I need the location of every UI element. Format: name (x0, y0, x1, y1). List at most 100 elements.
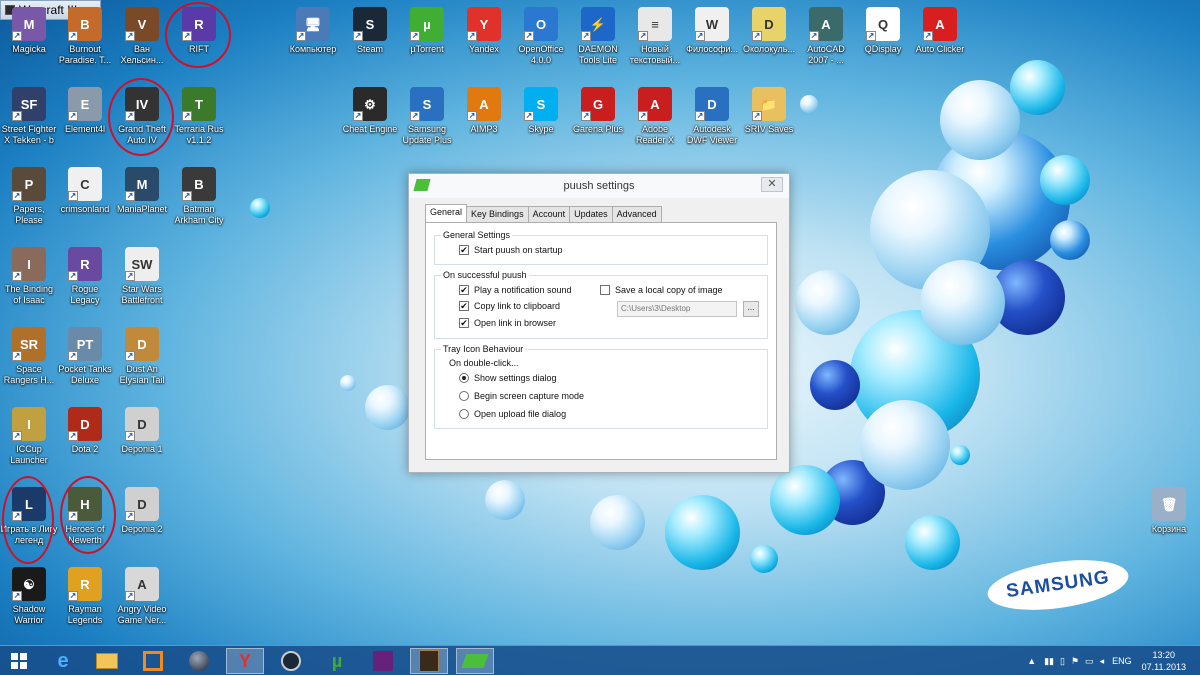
play-sound-checkbox[interactable]: ✔ (459, 285, 469, 295)
tray-option-upload[interactable]: Open upload file dialog (459, 409, 566, 419)
desktop-icon-yandex[interactable]: Y ↗ Yandex (455, 7, 513, 55)
desktop-icon-element4l[interactable]: E ↗ Element4l (56, 87, 114, 135)
desktop-icon-avgn[interactable]: A ↗ Angry Video Game Ner... (113, 567, 171, 626)
desktop-icon-swbf[interactable]: SW ↗ Star Wars Battlefront (113, 247, 171, 306)
copy-link-checkbox[interactable]: ✔ (459, 301, 469, 311)
desktop-icon-van-helsing[interactable]: V ↗ Ван Хельсин... (113, 7, 171, 66)
desktop-icon-garena[interactable]: G ↗ Garena Plus (569, 87, 627, 135)
desktop-icon-pocket-tanks[interactable]: PT ↗ Pocket Tanks Deluxe (56, 327, 114, 386)
desktop-icon-qdisplay[interactable]: Q ↗ QDisplay (854, 7, 912, 55)
desktop-icon-okolokul[interactable]: D ↗ Околокуль... (740, 7, 798, 55)
taskbar-steam[interactable] (272, 648, 310, 674)
desktop-icon-space-rangers[interactable]: SR ↗ Space Rangers H... (0, 327, 58, 386)
shortcut-arrow-icon: ↗ (467, 111, 477, 121)
clock[interactable]: 13:20 07.11.2013 (1142, 649, 1186, 673)
taskbar-utorrent[interactable]: µ (318, 648, 356, 674)
desktop-icon-daemon[interactable]: ⚡ ↗ DAEMON Tools Lite (569, 7, 627, 66)
signal-icon[interactable]: ▮▮ (1044, 656, 1054, 667)
desktop-icon-new-text[interactable]: ≡ ↗ Новый текстовый... (626, 7, 684, 66)
desktop-icon-sriv[interactable]: 📁 ↗ SRIV Saves (740, 87, 798, 135)
flag-icon[interactable]: ⚑ (1071, 656, 1079, 667)
battery-icon[interactable]: ▭ (1085, 656, 1094, 667)
desktop-icon-autoclicker[interactable]: A ↗ Auto Clicker (911, 7, 969, 55)
tray-option-show-settings[interactable]: Show settings dialog (459, 373, 557, 383)
start-on-startup-row[interactable]: ✔ Start puush on startup (459, 245, 563, 255)
taskbar-warcraft[interactable] (410, 648, 448, 674)
isaac-icon: I ↗ (12, 247, 46, 281)
save-local-checkbox[interactable] (600, 285, 610, 295)
desktop-icon-dwf[interactable]: D ↗ Autodesk DWF Viewer (683, 87, 741, 146)
sf-tekken-icon: SF ↗ (12, 87, 46, 121)
capture-mode-radio[interactable] (459, 391, 469, 401)
taskbar-yandex[interactable]: Y (226, 648, 264, 674)
open-link-row[interactable]: ✔ Open link in browser (459, 318, 556, 328)
desktop-icon-dota2[interactable]: D ↗ Dota 2 (56, 407, 114, 455)
desktop-icon-rogue[interactable]: R ↗ Rogue Legacy (56, 247, 114, 306)
deponia2-label: Deponia 2 (121, 524, 163, 534)
desktop-icon-utorrent[interactable]: µ ↗ µTorrent (398, 7, 456, 55)
desktop-icon-papers[interactable]: P ↗ Papers, Please (0, 167, 58, 226)
save-path-field[interactable]: C:\Users\3\Desktop (617, 301, 737, 317)
taskbar-explorer[interactable] (88, 648, 126, 674)
desktop-icon-cheat-engine[interactable]: ⚙ ↗ Cheat Engine (341, 87, 399, 135)
skype-glyph: S (536, 96, 546, 112)
desktop-icon-deponia2[interactable]: D ↗ Deponia 2 (113, 487, 171, 535)
rayman-label: Rayman Legends (67, 604, 103, 625)
desktop-icon-maniaplanet[interactable]: M ↗ ManiaPlanet (113, 167, 171, 215)
volume-icon[interactable]: ◂ (1100, 656, 1105, 667)
network-icon[interactable]: ▯ (1060, 656, 1065, 667)
desktop-icon-isaac[interactable]: I ↗ The Binding of Isaac (0, 247, 58, 306)
desktop-icon-aimp[interactable]: A ↗ AIMP3 (455, 87, 513, 135)
desktop-icon-terraria[interactable]: T ↗ Terraria Rus v1.1.2 (170, 87, 228, 146)
desktop-icon-openoffice[interactable]: O ↗ OpenOffice 4.0.0 (512, 7, 570, 66)
copy-link-row[interactable]: ✔ Copy link to clipboard (459, 301, 560, 311)
tab-key-bindings[interactable]: Key Bindings (466, 206, 529, 222)
start-button[interactable] (0, 648, 38, 674)
taskbar-app-orange[interactable] (134, 648, 172, 674)
desktop-icon-samsung-up[interactable]: S ↗ Samsung Update Plus (398, 87, 456, 146)
desktop-icon-skype[interactable]: S ↗ Skype (512, 87, 570, 135)
magicka-label: Magicka (12, 44, 46, 54)
show-settings-radio[interactable] (459, 373, 469, 383)
browse-button[interactable]: ... (743, 301, 759, 317)
desktop-icon-magicka[interactable]: M ↗ Magicka (0, 7, 58, 55)
sf-tekken-glyph: SF (20, 96, 38, 112)
desktop-icon-recycle-bin[interactable]: 🗑 Корзина (1140, 487, 1198, 535)
puush-arrow-icon (461, 654, 489, 668)
taskbar-visual-studio[interactable] (364, 648, 402, 674)
desktop-icon-steam[interactable]: S ↗ Steam (341, 7, 399, 55)
save-local-row[interactable]: Save a local copy of image (600, 285, 723, 295)
desktop-icon-dust[interactable]: D ↗ Dust An Elysian Tail (113, 327, 171, 386)
upload-dialog-radio[interactable] (459, 409, 469, 419)
language-indicator[interactable]: ENG (1112, 656, 1132, 666)
desktop-icon-autocad[interactable]: A ↗ AutoCAD 2007 - ... (797, 7, 855, 66)
desktop-icon-batman[interactable]: B ↗ Batman Arkham City (170, 167, 228, 226)
taskbar-puush[interactable] (456, 648, 494, 674)
tray-chevron-icon[interactable]: ▲ (1027, 656, 1036, 666)
desktop-icon-computer[interactable]: 🖥 ↗ Компьютер (284, 7, 342, 55)
tab-account[interactable]: Account (527, 206, 571, 222)
play-sound-row[interactable]: ✔ Play a notification sound (459, 285, 572, 295)
desktop-icon-sf-tekken[interactable]: SF ↗ Street Fighter X Tekken - b (0, 87, 58, 146)
show-settings-label: Show settings dialog (474, 373, 557, 383)
desktop-icon-philosophy[interactable]: W ↗ Философи... (683, 7, 741, 55)
taskbar-ie[interactable]: e (44, 648, 82, 674)
desktop-icon-rayman[interactable]: R ↗ Rayman Legends (56, 567, 114, 626)
desktop-icon-burnout[interactable]: B ↗ Burnout Paradise. T... (56, 7, 114, 66)
start-on-startup-checkbox[interactable]: ✔ (459, 245, 469, 255)
desktop-icon-crimsonland[interactable]: C ↗ crimsonland (56, 167, 114, 215)
tab-advanced[interactable]: Advanced (611, 206, 662, 222)
taskbar-globe[interactable] (180, 648, 218, 674)
computer-icon: 🖥 ↗ (296, 7, 330, 41)
desktop-icon-iccup[interactable]: I ↗ ICCup Launcher (0, 407, 58, 466)
tab-general[interactable]: General (425, 204, 468, 223)
dialog-titlebar[interactable]: puush settings ✕ (409, 174, 789, 198)
desktop-icon-deponia1[interactable]: D ↗ Deponia 1 (113, 407, 171, 455)
close-button[interactable]: ✕ (761, 177, 783, 192)
papers-label: Papers, Please (13, 204, 45, 225)
tray-option-capture[interactable]: Begin screen capture mode (459, 391, 584, 401)
open-link-checkbox[interactable]: ✔ (459, 318, 469, 328)
desktop-icon-shadow-warrior[interactable]: ☯ ↗ Shadow Warrior (0, 567, 58, 626)
desktop-icon-adobe[interactable]: A ↗ Adobe Reader X (626, 87, 684, 146)
tab-updates[interactable]: Updates (569, 206, 613, 222)
